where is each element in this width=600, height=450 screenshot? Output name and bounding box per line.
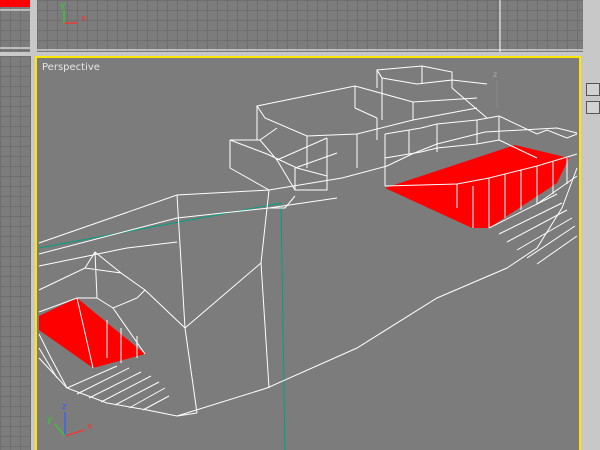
axis-x-label: x	[87, 422, 93, 432]
viewport-grid	[0, 56, 31, 450]
axis-z-label: z	[62, 402, 67, 412]
selected-mesh-fragment	[0, 0, 30, 7]
viewport-perspective[interactable]: Perspective z x z y	[35, 56, 581, 450]
viewport-top-left[interactable]	[0, 0, 30, 52]
viewport-top[interactable]: x y	[37, 0, 583, 52]
selected-face-front	[39, 298, 145, 368]
viewport-control-icon[interactable]	[586, 83, 600, 96]
axis-y-label: y	[60, 1, 66, 11]
axis-y-label: y	[47, 415, 53, 425]
selected-object-sliver	[0, 0, 30, 49]
axis-tripod-icon: x y	[60, 1, 87, 24]
wireframe-edges	[38, 65, 578, 417]
axis-x-label: x	[81, 14, 87, 24]
viewport-left[interactable]	[0, 56, 31, 450]
viewport-control-icon[interactable]	[586, 101, 600, 114]
selected-face-rear	[385, 145, 569, 228]
axis-tripod-icon: x z y	[47, 402, 93, 437]
gizmo-z-label: z	[493, 70, 497, 79]
boat-wireframe: z x z y	[38, 65, 578, 450]
